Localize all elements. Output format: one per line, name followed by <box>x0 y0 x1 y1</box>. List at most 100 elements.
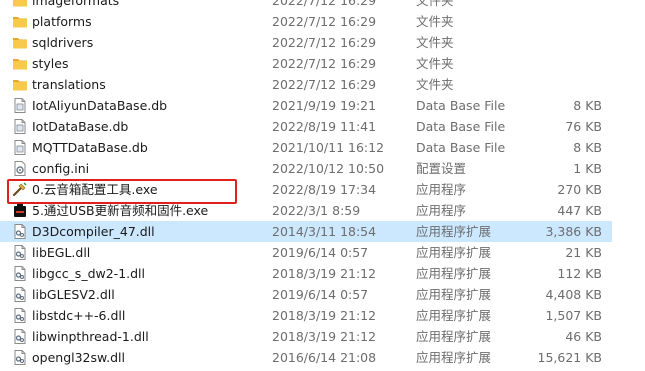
file-name: IotDataBase.db <box>32 119 129 134</box>
file-row[interactable]: styles 2022/7/12 16:29 文件夹 <box>0 53 612 74</box>
settings-file-icon <box>12 161 28 176</box>
file-date-modified: 2019/6/14 0:57 <box>272 245 369 260</box>
file-list: imageformats 2022/7/12 16:29 文件夹 platforms… <box>0 0 612 368</box>
file-size: 4,408 KB <box>545 287 602 302</box>
file-row[interactable]: platforms 2022/7/12 16:29 文件夹 <box>0 11 612 32</box>
file-name: sqldrivers <box>32 35 94 50</box>
file-type: 应用程序扩展 <box>416 245 492 260</box>
file-name: libstdc++-6.dll <box>32 308 126 323</box>
dll-icon <box>12 224 28 239</box>
dll-icon <box>12 308 28 323</box>
folder-icon <box>12 0 28 8</box>
file-row[interactable]: IotDataBase.db 2022/8/19 11:41 Data Base F… <box>0 116 612 137</box>
file-row[interactable]: libEGL.dll 2019/6/14 0:57 应用程序扩展 21 KB <box>0 242 612 263</box>
folder-icon <box>12 35 28 50</box>
file-row[interactable]: 0.云音箱配置工具.exe 2022/8/19 17:34 应用程序 270 KB <box>0 179 612 200</box>
dll-icon <box>12 350 28 365</box>
folder-icon <box>12 77 28 92</box>
file-row[interactable]: sqldrivers 2022/7/12 16:29 文件夹 <box>0 32 612 53</box>
dll-icon <box>12 245 28 260</box>
file-name: MQTTDataBase.db <box>32 140 148 155</box>
file-row[interactable]: translations 2022/7/12 16:29 文件夹 <box>0 74 612 95</box>
file-icon <box>12 119 28 134</box>
file-row[interactable]: libGLESV2.dll 2019/6/14 0:57 应用程序扩展 4,408 K… <box>0 284 612 305</box>
file-name: styles <box>32 56 69 71</box>
file-size: 447 KB <box>557 203 602 218</box>
file-name: D3Dcompiler_47.dll <box>32 224 155 239</box>
file-size: 46 KB <box>565 329 602 344</box>
file-row[interactable]: libgcc_s_dw2-1.dll 2018/3/19 21:12 应用程序扩展 1… <box>0 263 612 284</box>
file-name: libGLESV2.dll <box>32 287 115 302</box>
file-type: Data Base File <box>416 140 506 155</box>
file-date-modified: 2018/3/19 21:12 <box>272 266 377 281</box>
file-type: 应用程序 <box>416 182 467 197</box>
usb-app-icon <box>12 203 28 218</box>
file-size: 8 KB <box>573 140 602 155</box>
file-type: 应用程序扩展 <box>416 350 492 365</box>
dll-icon <box>12 329 28 344</box>
file-size: 8 KB <box>573 98 602 113</box>
file-size: 1,507 KB <box>545 308 602 323</box>
file-type: 应用程序扩展 <box>416 287 492 302</box>
file-size: 112 KB <box>557 266 602 281</box>
file-date-modified: 2022/7/12 16:29 <box>272 35 377 50</box>
file-date-modified: 2018/3/19 21:12 <box>272 308 377 323</box>
file-type: 文件夹 <box>416 14 454 29</box>
file-row[interactable]: 5.通过USB更新音频和固件.exe 2022/3/1 8:59 应用程序 447 K… <box>0 200 612 221</box>
file-date-modified: 2022/7/12 16:29 <box>272 0 377 8</box>
folder-icon <box>12 14 28 29</box>
file-type: 应用程序扩展 <box>416 266 492 281</box>
file-date-modified: 2022/10/12 10:50 <box>272 161 385 176</box>
file-date-modified: 2022/3/1 8:59 <box>272 203 361 218</box>
file-size: 270 KB <box>557 182 602 197</box>
file-name: 0.云音箱配置工具.exe <box>32 182 158 197</box>
file-date-modified: 2022/7/12 16:29 <box>272 14 377 29</box>
file-name: 5.通过USB更新音频和固件.exe <box>32 203 209 218</box>
file-size: 76 KB <box>565 119 602 134</box>
dll-icon <box>12 287 28 302</box>
file-size: 1 KB <box>573 161 602 176</box>
file-type: Data Base File <box>416 98 506 113</box>
file-type: 文件夹 <box>416 56 454 71</box>
folder-icon <box>12 56 28 71</box>
dll-icon <box>12 266 28 281</box>
file-date-modified: 2018/3/19 21:12 <box>272 329 377 344</box>
file-type: Data Base File <box>416 119 506 134</box>
file-name: opengl32sw.dll <box>32 350 125 365</box>
file-date-modified: 2022/8/19 11:41 <box>272 119 377 134</box>
file-row[interactable]: libstdc++-6.dll 2018/3/19 21:12 应用程序扩展 1,50… <box>0 305 612 326</box>
file-size: 15,621 KB <box>537 350 602 365</box>
file-date-modified: 2019/6/14 0:57 <box>272 287 369 302</box>
file-name: translations <box>32 77 106 92</box>
file-date-modified: 2022/7/12 16:29 <box>272 77 377 92</box>
file-type: 应用程序扩展 <box>416 329 492 344</box>
file-name: config.ini <box>32 161 90 176</box>
file-name: IotAliyunDataBase.db <box>32 98 168 113</box>
file-row[interactable]: libwinpthread-1.dll 2018/3/19 21:12 应用程序扩展… <box>0 326 612 347</box>
file-type: 配置设置 <box>416 161 467 176</box>
file-icon <box>12 140 28 155</box>
file-date-modified: 2021/9/19 19:21 <box>272 98 377 113</box>
file-type: 文件夹 <box>416 77 454 92</box>
file-row[interactable]: opengl32sw.dll 2016/6/14 21:08 应用程序扩展 15,62… <box>0 347 612 368</box>
file-row[interactable]: imageformats 2022/7/12 16:29 文件夹 <box>0 0 612 11</box>
file-name: libEGL.dll <box>32 245 91 260</box>
file-type: 文件夹 <box>416 0 454 8</box>
file-type: 应用程序扩展 <box>416 308 492 323</box>
file-name: libwinpthread-1.dll <box>32 329 149 344</box>
file-date-modified: 2021/10/11 16:12 <box>272 140 385 155</box>
file-name: imageformats <box>32 0 120 8</box>
file-type: 应用程序 <box>416 203 467 218</box>
file-type: 应用程序扩展 <box>416 224 492 239</box>
file-date-modified: 2022/8/19 17:34 <box>272 182 377 197</box>
file-date-modified: 2014/3/11 18:54 <box>272 224 377 239</box>
file-row[interactable]: D3Dcompiler_47.dll 2014/3/11 18:54 应用程序扩展 3… <box>0 221 612 242</box>
file-icon <box>12 98 28 113</box>
file-row[interactable]: MQTTDataBase.db 2021/10/11 16:12 Data Base… <box>0 137 612 158</box>
file-row[interactable]: IotAliyunDataBase.db 2021/9/19 19:21 Data … <box>0 95 612 116</box>
file-row[interactable]: config.ini 2022/10/12 10:50 配置设置 1 KB <box>0 158 612 179</box>
file-size: 21 KB <box>565 245 602 260</box>
tool-app-icon <box>12 182 28 197</box>
file-date-modified: 2016/6/14 21:08 <box>272 350 377 365</box>
file-name: libgcc_s_dw2-1.dll <box>32 266 146 281</box>
